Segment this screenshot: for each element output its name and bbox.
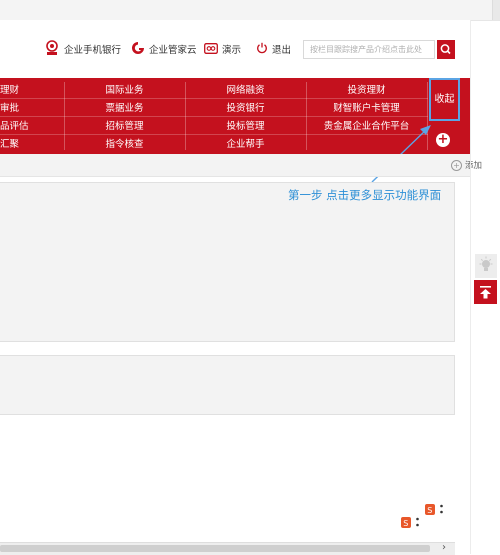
header-item-logout[interactable]: 退出 xyxy=(256,42,292,60)
nav-item[interactable]: 招标管理 xyxy=(64,117,185,136)
toolbar xyxy=(0,154,470,177)
demo-icon xyxy=(204,42,218,60)
nav-item[interactable]: 理财 xyxy=(0,81,26,100)
back-to-top-button[interactable] xyxy=(474,280,497,304)
status-icon: S xyxy=(425,504,443,515)
header-item-mobile-bank[interactable]: 企业手机银行 xyxy=(44,40,122,62)
status-icon: S xyxy=(401,517,419,528)
nav-item[interactable]: 指令核查 xyxy=(64,135,185,154)
tip-button[interactable] xyxy=(475,254,497,278)
nav-item[interactable]: 国际业务 xyxy=(64,81,185,100)
window-top-edge xyxy=(492,0,500,20)
header-item-label: 企业管家云 xyxy=(149,45,197,56)
header-item-demo[interactable]: 演示 xyxy=(204,42,242,60)
nav-item[interactable]: 票据业务 xyxy=(64,99,185,118)
content-panel-secondary xyxy=(0,355,455,415)
nav-item[interactable]: 审批 xyxy=(0,99,26,118)
header-item-label: 退出 xyxy=(272,45,292,56)
search-input[interactable] xyxy=(303,40,435,59)
search-button[interactable] xyxy=(437,40,455,59)
header-item-cloud[interactable]: 企业管家云 xyxy=(131,41,197,61)
collapse-button[interactable]: 收起 xyxy=(429,78,460,121)
add-button[interactable]: + 添加 xyxy=(451,159,482,171)
instruction-annotation: 第一步 点击更多显示功能界面 xyxy=(288,188,442,202)
nav-item[interactable]: 汇聚 xyxy=(0,135,26,154)
svg-text:S: S xyxy=(403,519,408,528)
page-right-edge xyxy=(470,20,471,554)
nav-item[interactable]: 品评估 xyxy=(0,117,30,136)
search-icon xyxy=(437,44,455,62)
add-label: 添加 xyxy=(465,161,483,171)
scroll-right-arrow-icon[interactable]: › xyxy=(437,542,451,554)
window-top-strip xyxy=(0,0,500,21)
nav-item[interactable]: 投资理财 xyxy=(306,81,427,100)
nav-item[interactable]: 网络融资 xyxy=(185,81,306,100)
svg-text:S: S xyxy=(427,506,432,515)
content-panel-primary xyxy=(0,182,455,342)
nav-item[interactable]: 投资银行 xyxy=(185,99,306,118)
nav-item[interactable]: 企业帮手 xyxy=(185,135,306,154)
power-icon xyxy=(256,42,268,60)
scrollbar-thumb[interactable] xyxy=(0,545,430,552)
arrow-up-icon xyxy=(474,286,497,307)
nav-item[interactable]: 财智账户卡管理 xyxy=(306,99,427,118)
header-item-label: 演示 xyxy=(222,45,242,56)
add-circle-icon: + xyxy=(451,159,462,171)
more-button[interactable]: + xyxy=(436,133,450,147)
nav-item[interactable]: 投标管理 xyxy=(185,117,306,136)
mobile-bank-icon xyxy=(44,40,60,62)
cloud-logo-icon xyxy=(131,41,145,61)
header-item-label: 企业手机银行 xyxy=(64,45,122,56)
